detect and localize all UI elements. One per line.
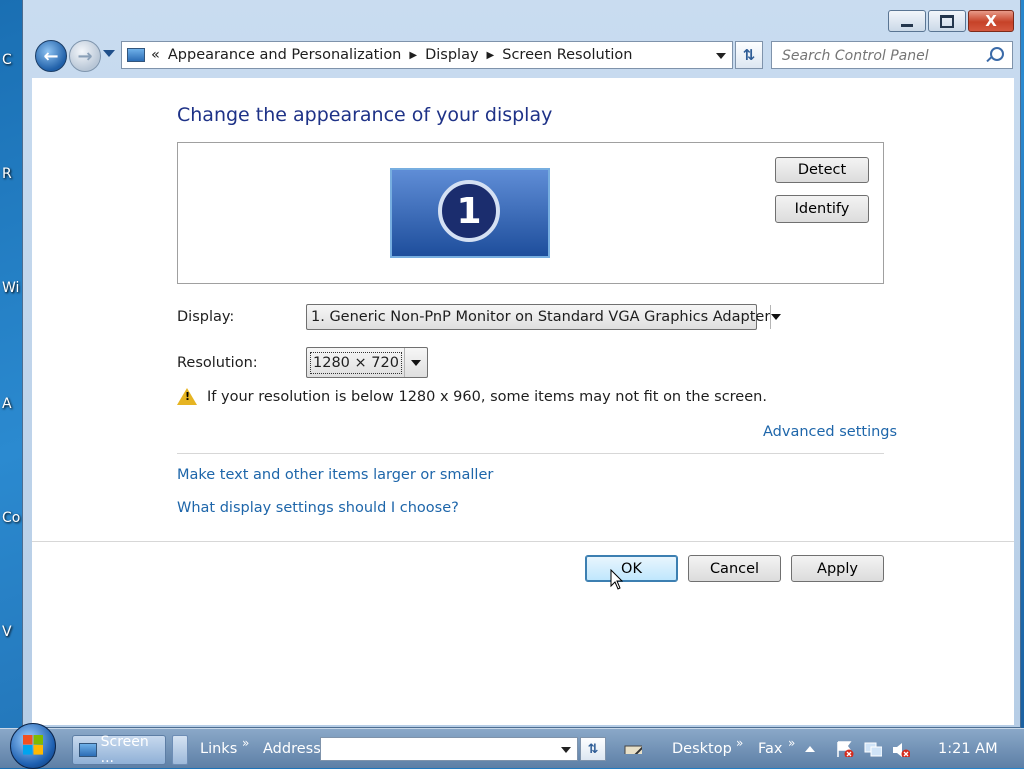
desktop-icon-label[interactable]: R xyxy=(2,166,12,182)
resolution-label: Resolution: xyxy=(177,355,258,371)
taskbar-go-button[interactable]: ⇅ xyxy=(580,737,606,761)
warning-icon xyxy=(177,388,197,405)
close-icon: X xyxy=(985,12,997,30)
desktop-icon-label[interactable]: V xyxy=(2,624,12,640)
control-panel-icon xyxy=(127,48,145,62)
desktop-toolbar-label[interactable]: Desktop xyxy=(672,741,732,757)
page-title: Change the appearance of your display xyxy=(177,104,553,126)
monitor-icon[interactable]: 1 xyxy=(390,168,550,258)
back-button[interactable]: ← xyxy=(35,40,67,72)
minimize-icon xyxy=(901,23,913,27)
breadcrumb-display[interactable]: Display xyxy=(425,47,478,63)
taskbar: Screen ... Links » Address ⇅ Desktop » F… xyxy=(0,723,1024,769)
start-button[interactable] xyxy=(10,723,56,769)
display-select[interactable]: 1. Generic Non-PnP Monitor on Standard V… xyxy=(306,304,772,330)
fax-toolbar-label[interactable]: Fax xyxy=(758,741,782,757)
breadcrumb-appearance[interactable]: Appearance and Personalization xyxy=(168,47,402,63)
desktop-icon-label[interactable]: C xyxy=(2,52,12,68)
divider xyxy=(177,453,884,454)
address-bar[interactable]: « Appearance and Personalization ▶ Displ… xyxy=(121,41,733,69)
breadcrumb-separator-icon[interactable]: ▶ xyxy=(487,50,495,61)
maximize-icon xyxy=(940,14,954,28)
taskbar-address-input[interactable] xyxy=(320,737,578,761)
search-box[interactable] xyxy=(771,41,1013,69)
maximize-button[interactable] xyxy=(928,10,966,32)
control-panel-window: X ← → « Appearance and Personalization ▶… xyxy=(22,0,1021,728)
minimize-button[interactable] xyxy=(888,10,926,32)
chevron-down-icon xyxy=(770,305,781,329)
toolbar-scroll-handle[interactable] xyxy=(172,735,188,765)
divider xyxy=(32,541,1014,542)
display-label: Display: xyxy=(177,309,235,325)
taskbar-item-screen-resolution[interactable]: Screen ... xyxy=(72,734,166,766)
desktop-chevron-icon[interactable]: » xyxy=(736,736,743,750)
chevron-down-icon xyxy=(404,348,427,377)
control-panel-icon xyxy=(79,743,97,757)
caption-buttons: X xyxy=(888,10,1014,32)
desktop-icon-label[interactable]: Co xyxy=(2,510,20,526)
forward-arrow-icon: → xyxy=(77,45,93,67)
taskbar-clock[interactable]: 1:21 AM xyxy=(938,741,998,757)
breadcrumb-screen-resolution[interactable]: Screen Resolution xyxy=(502,47,632,63)
show-hidden-icons-icon[interactable] xyxy=(805,745,823,761)
desktop-icon-label[interactable]: Wi xyxy=(2,280,19,296)
go-icon: ⇅ xyxy=(587,741,599,757)
close-button[interactable]: X xyxy=(968,10,1014,32)
mouse-cursor-icon xyxy=(610,569,624,590)
identify-button[interactable]: Identify xyxy=(775,195,869,223)
navigation-bar: ← → « Appearance and Personalization ▶ D… xyxy=(31,38,1013,72)
resolution-select[interactable]: 1280 × 720 xyxy=(306,347,428,378)
tablet-pc-input-icon[interactable] xyxy=(624,738,642,754)
ok-button[interactable]: OK xyxy=(585,555,678,582)
display-preview: 1 Detect Identify xyxy=(177,142,884,284)
advanced-settings-link[interactable]: Advanced settings xyxy=(763,424,897,440)
warning-text: If your resolution is below 1280 x 960, … xyxy=(207,388,767,405)
links-toolbar-label[interactable]: Links xyxy=(200,741,237,757)
address-dropdown-icon[interactable] xyxy=(561,747,571,753)
content-area: Change the appearance of your display 1 … xyxy=(32,78,1014,725)
links-chevron-icon[interactable]: » xyxy=(242,736,249,750)
network-icon[interactable] xyxy=(864,741,882,757)
cancel-button[interactable]: Cancel xyxy=(688,555,781,582)
refresh-button[interactable]: ⇅ xyxy=(735,41,763,69)
display-settings-help-link[interactable]: What display settings should I choose? xyxy=(177,500,459,516)
apply-button[interactable]: Apply xyxy=(791,555,884,582)
fax-chevron-icon[interactable]: » xyxy=(788,736,795,750)
detect-button[interactable]: Detect xyxy=(775,157,869,183)
display-select-value: 1. Generic Non-PnP Monitor on Standard V… xyxy=(311,309,771,325)
back-arrow-icon: ← xyxy=(43,45,59,67)
taskbar-item-label: Screen ... xyxy=(100,734,149,766)
search-icon[interactable] xyxy=(990,47,1004,61)
desktop-icon-label[interactable]: A xyxy=(2,396,12,412)
address-dropdown-icon[interactable] xyxy=(716,53,726,59)
volume-muted-icon[interactable] xyxy=(892,741,910,757)
refresh-icon: ⇅ xyxy=(742,46,756,64)
forward-button[interactable]: → xyxy=(69,40,101,72)
text-size-link[interactable]: Make text and other items larger or smal… xyxy=(177,467,493,483)
resolution-warning: If your resolution is below 1280 x 960, … xyxy=(177,388,767,405)
action-center-icon[interactable] xyxy=(836,741,854,757)
recent-pages-dropdown-icon[interactable] xyxy=(103,50,115,57)
breadcrumb-overflow[interactable]: « xyxy=(151,47,160,63)
resolution-select-value: 1280 × 720 xyxy=(310,351,402,374)
search-input[interactable] xyxy=(780,43,984,69)
address-toolbar-label: Address xyxy=(263,741,321,757)
monitor-number: 1 xyxy=(438,180,500,242)
breadcrumb-separator-icon[interactable]: ▶ xyxy=(409,50,417,61)
